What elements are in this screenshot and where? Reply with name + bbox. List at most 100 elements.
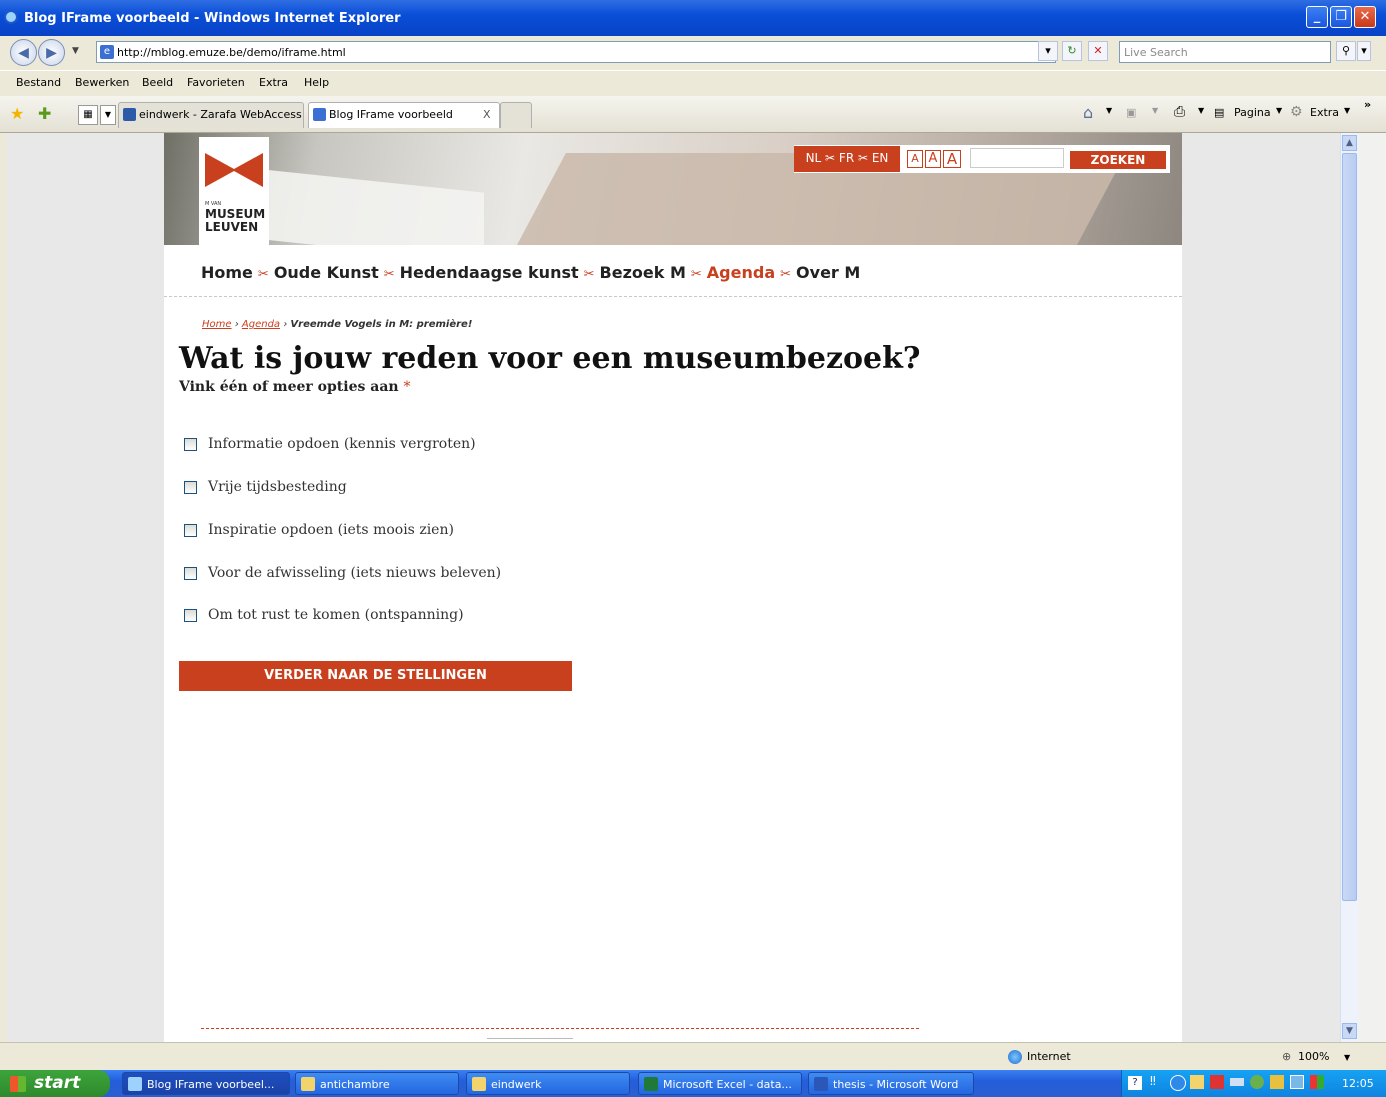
menu-favorieten[interactable]: Favorieten [187,76,245,89]
page-dropdown-icon[interactable]: ▼ [1276,106,1282,115]
search-icon[interactable]: ⚲ [1336,41,1356,61]
scroll-down-button[interactable]: ▼ [1342,1023,1357,1039]
option-label[interactable]: Om tot rust te komen (ontspanning) [208,607,464,623]
option-label[interactable]: Vrije tijdsbesteding [208,479,347,495]
search-button[interactable]: ZOEKEN [1070,151,1166,169]
menu-beeld[interactable]: Beeld [142,76,173,89]
tray-icon[interactable] [1230,1078,1244,1086]
nav-separator-icon: ✂ [780,267,792,282]
print-dropdown-icon[interactable]: ▼ [1198,106,1204,115]
forward-button[interactable]: ▶ [38,39,65,66]
site-search-input[interactable] [970,148,1064,168]
option-checkbox[interactable] [184,438,197,451]
tray-icon[interactable] [1290,1075,1304,1089]
logo-line2: LEUVEN [205,220,259,234]
menu-bar: Bestand Bewerken Beeld Favorieten Extra … [0,70,1386,97]
tab-zarafa[interactable]: eindwerk - Zarafa WebAccess [118,102,304,128]
new-tab-button[interactable] [500,102,532,128]
taskbar-item-ie[interactable]: Blog IFrame voorbeel... [122,1072,290,1095]
windows-flag-icon [10,1076,26,1092]
minimize-button[interactable]: _ [1306,6,1328,28]
tray-icon[interactable] [1190,1075,1204,1089]
search-options-dropdown[interactable]: ▾ [1357,41,1371,61]
add-favorite-icon[interactable]: ✚ [38,104,51,123]
zoom-level[interactable]: 100% [1298,1050,1329,1063]
nav-over-m[interactable]: Over M [796,263,860,282]
taskbar-item-excel[interactable]: Microsoft Excel - data... [638,1072,802,1095]
tab-list-dropdown[interactable]: ▼ [100,105,116,125]
word-icon [814,1077,828,1091]
folder-icon [301,1077,315,1091]
tab-blog-iframe[interactable]: Blog IFrame voorbeeld X [308,102,500,128]
font-size-small[interactable]: A [907,150,923,168]
recent-pages-dropdown-icon[interactable]: ▼ [72,46,79,56]
option-checkbox[interactable] [184,567,197,580]
option-checkbox[interactable] [184,609,197,622]
scroll-thumb[interactable] [1342,153,1357,901]
breadcrumb-current: Vreemde Vogels in M: première! [290,319,473,330]
footer-divider [201,1028,919,1029]
stop-button[interactable]: ✕ [1088,41,1108,61]
tray-icon[interactable] [1170,1075,1186,1091]
toolbar-overflow-icon[interactable]: » [1364,98,1371,111]
zarafa-icon [123,108,136,121]
address-dropdown-button[interactable]: ▾ [1038,41,1058,61]
scroll-up-button[interactable]: ▲ [1342,135,1357,151]
tray-icon[interactable] [1250,1075,1264,1089]
favorites-star-icon[interactable]: ★ [10,104,24,123]
tools-menu[interactable]: Extra [1310,106,1339,119]
quick-tabs-icon[interactable]: ▦ [78,105,98,125]
nav-oude-kunst[interactable]: Oude Kunst [274,263,379,282]
page-menu[interactable]: Pagina [1234,106,1271,119]
taskbar-item-eindwerk[interactable]: eindwerk [466,1072,630,1095]
nav-hedendaagse-kunst[interactable]: Hedendaagse kunst [400,263,579,282]
clock[interactable]: 12:05 [1342,1077,1374,1090]
tray-icon[interactable] [1270,1075,1284,1089]
menu-bewerken[interactable]: Bewerken [75,76,129,89]
font-size-large[interactable]: A [943,150,961,168]
tray-icon[interactable]: ‼ [1150,1074,1156,1088]
menu-extra[interactable]: Extra [259,76,288,89]
live-search-input[interactable]: Live Search [1119,41,1331,63]
print-icon[interactable]: ⎙ [1174,104,1185,120]
home-icon[interactable]: ⌂ [1083,103,1093,122]
option-label[interactable]: Inspiratie opdoen (iets moois zien) [208,522,454,538]
start-button[interactable]: start [0,1070,110,1097]
font-size-medium[interactable]: A [925,150,941,168]
option-label[interactable]: Informatie opdoen (kennis vergroten) [208,436,476,452]
nav-home[interactable]: Home [201,263,253,282]
option-checkbox[interactable] [184,481,197,494]
refresh-button[interactable]: ↻ [1062,41,1082,61]
menu-help[interactable]: Help [304,76,329,89]
tray-icon[interactable] [1210,1075,1224,1089]
taskbar-item-word[interactable]: thesis - Microsoft Word [808,1072,974,1095]
page-icon: e [100,45,114,59]
tools-dropdown-icon[interactable]: ▼ [1344,106,1350,115]
vertical-scrollbar[interactable]: ▲ ▼ [1340,133,1358,1042]
breadcrumb-agenda[interactable]: Agenda [242,319,280,330]
submit-button[interactable]: VERDER NAAR DE STELLINGEN [179,661,572,691]
taskbar-item-antichambre[interactable]: antichambre [295,1072,459,1095]
feeds-dropdown-icon[interactable]: ▼ [1152,106,1158,115]
back-button[interactable]: ◀ [10,39,37,66]
browser-viewport: M VAN MUSEUM LEUVEN NL ✂ FR ✂ EN A A A Z… [7,133,1340,1042]
tray-icon[interactable] [1310,1075,1324,1089]
close-button[interactable]: ✕ [1354,6,1376,28]
zoom-dropdown-icon[interactable]: ▼ [1344,1053,1350,1062]
menu-bestand[interactable]: Bestand [16,76,61,89]
window-title-bar[interactable]: Blog IFrame voorbeeld - Windows Internet… [0,0,1386,36]
feeds-icon[interactable]: ▣ [1126,106,1136,119]
breadcrumb-home[interactable]: Home [202,319,232,330]
museum-logo[interactable]: M VAN MUSEUM LEUVEN [199,137,269,245]
language-switch[interactable]: NL ✂ FR ✂ EN [794,146,900,172]
tab-close-icon[interactable]: X [483,103,491,127]
utility-bar: NL ✂ FR ✂ EN A A A ZOEKEN [794,145,1170,173]
restore-button[interactable]: ❐ [1330,6,1352,28]
option-label[interactable]: Voor de afwisseling (iets nieuws beleven… [208,565,501,581]
nav-agenda[interactable]: Agenda [707,263,775,282]
option-checkbox[interactable] [184,524,197,537]
address-field[interactable]: e http://mblog.emuze.be/demo/iframe.html [96,41,1056,63]
home-dropdown-icon[interactable]: ▼ [1106,106,1112,115]
help-tray-icon[interactable]: ? [1128,1076,1142,1090]
nav-bezoek-m[interactable]: Bezoek M [600,263,686,282]
